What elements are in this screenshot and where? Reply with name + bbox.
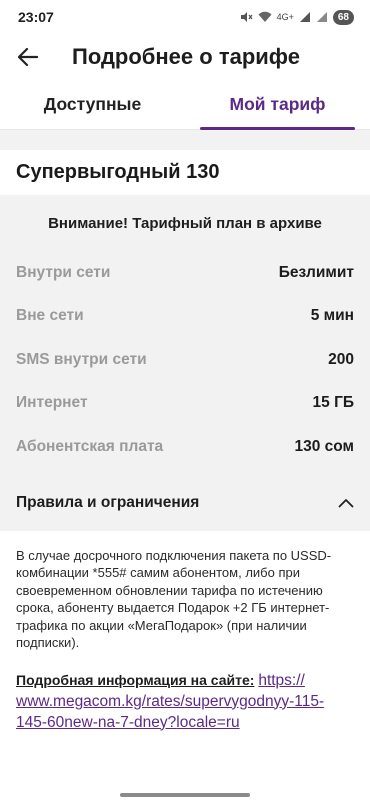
network-type: 4G+ [276,12,294,22]
detail-value: 5 мин [310,307,354,325]
plan-name: Супервыгодный 130 [0,150,370,195]
wifi-icon [258,11,272,23]
detail-value: 130 сом [294,437,354,455]
detail-label: Интернет [16,394,88,412]
detail-value: Безлимит [278,263,354,281]
page-title: Подробнее о тарифе [72,44,300,69]
signal-icon [299,11,311,23]
tab-available[interactable]: Доступные [0,80,185,129]
detail-label: Вне сети [16,307,84,325]
rules-accordion-header[interactable]: Правила и ограничения [0,475,370,531]
archive-notice: Внимание! Тарифный план в архиве [48,214,322,232]
detail-label: SMS внутри сети [16,350,147,368]
rules-title: Правила и ограничения [16,493,200,511]
back-arrow-icon [18,48,38,66]
detail-row-internet: Интернет 15 ГБ [0,382,370,426]
status-icons: 4G+ 68 [239,9,354,25]
more-info-label: Подробная информация на сайте: [16,671,255,688]
battery-indicator: 68 [332,9,354,25]
status-bar: 23:07 4G+ 68 [0,0,370,34]
detail-row-fee: Абонентская плата 130 сом [0,425,370,469]
detail-row-sms: SMS внутри сети 200 [0,338,370,382]
back-button[interactable] [14,43,42,71]
status-time: 23:07 [18,9,54,25]
detail-row-on-net: Внутри сети Безлимит [0,251,370,295]
rules-content: В случае досрочного подключения пакета п… [0,530,370,652]
home-indicator[interactable] [120,793,250,797]
mute-icon [239,10,253,24]
detail-value: 15 ГБ [312,394,354,412]
plan-details-card: Внимание! Тарифный план в архиве Внутри … [0,195,370,531]
detail-value: 200 [328,350,354,368]
app-bar: Подробнее о тарифе [0,34,370,80]
detail-label: Внутри сети [16,263,111,281]
detail-label: Абонентская плата [16,437,164,455]
signal-icon-2 [316,11,328,23]
rules-description: В случае досрочного подключения пакета п… [16,547,332,651]
more-info: Подробная информация на сайте: https://w… [0,652,350,733]
chevron-up-icon [338,498,354,507]
tab-bar: Доступные Мой тариф [0,80,370,130]
detail-row-off-net: Вне сети 5 мин [0,295,370,339]
tab-my-tariff[interactable]: Мой тариф [185,80,370,130]
section-gap [0,130,370,150]
